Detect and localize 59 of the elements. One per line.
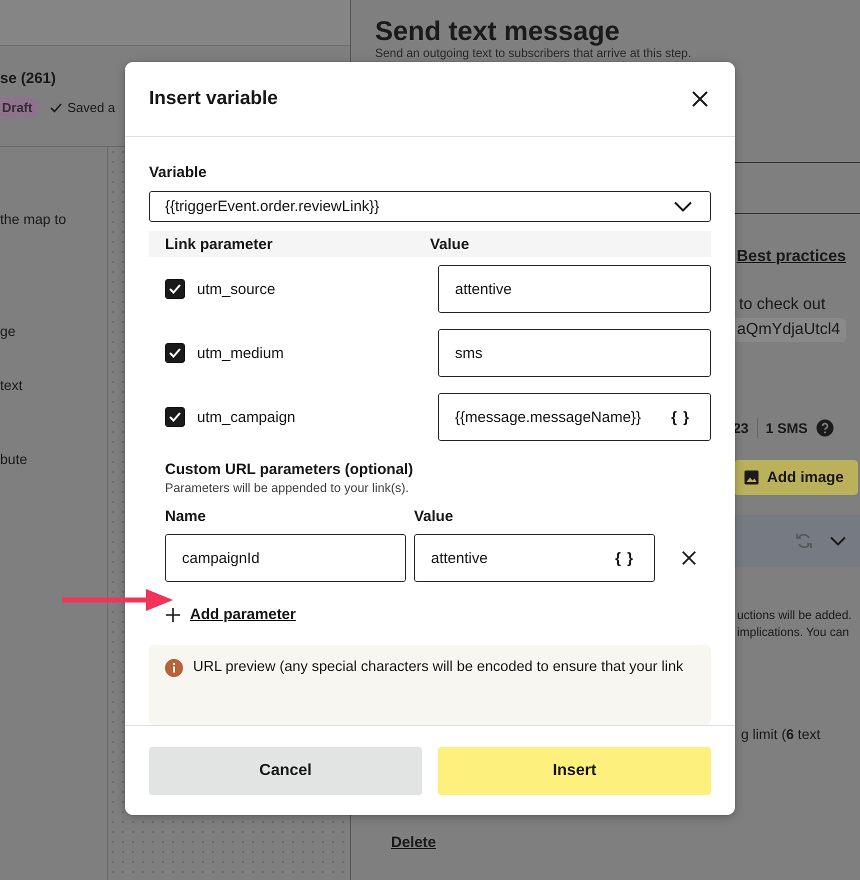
best-practices-link[interactable]: Best practices bbox=[736, 248, 846, 266]
add-image-button[interactable]: Add image bbox=[734, 460, 858, 495]
insert-button[interactable]: Insert bbox=[438, 747, 711, 795]
close-button[interactable] bbox=[691, 90, 709, 108]
close-icon bbox=[681, 550, 697, 566]
column-header: Value bbox=[430, 236, 470, 253]
parameter-name: utm_source bbox=[197, 280, 276, 298]
insert-variable-button[interactable]: { } bbox=[615, 550, 634, 566]
cancel-button[interactable]: Cancel bbox=[149, 747, 422, 795]
dialog-title: Insert variable bbox=[149, 88, 278, 110]
help-icon bbox=[816, 419, 834, 437]
close-icon bbox=[691, 90, 709, 108]
section-title: Custom URL parameters (optional) bbox=[165, 461, 414, 478]
sidebar-text: text bbox=[0, 377, 23, 393]
value-field[interactable]: attentive { } bbox=[414, 534, 655, 582]
saved-status: Saved a bbox=[67, 100, 116, 115]
sidebar-text: the map to bbox=[0, 211, 66, 227]
parameter-name: utm_medium bbox=[197, 344, 284, 362]
plus-icon bbox=[166, 608, 180, 622]
info-text: URL preview (any special characters will be encoded to ensure that your link bbox=[193, 659, 684, 675]
checkbox[interactable] bbox=[165, 407, 185, 427]
section-hint: Parameters will be appended to your link(s). bbox=[165, 481, 410, 495]
variable-dropdown[interactable]: {{triggerEvent.order.reviewLink}} bbox=[149, 191, 711, 222]
parameter-name: utm_campaign bbox=[197, 408, 296, 426]
check-icon bbox=[169, 284, 181, 294]
chevron-down-icon bbox=[674, 201, 692, 212]
refresh-icon bbox=[796, 532, 812, 550]
notice-text: implications. You can bbox=[737, 624, 850, 641]
checkbox[interactable] bbox=[165, 279, 185, 299]
message-text: to check out bbox=[739, 296, 826, 314]
journey-name: se (261) bbox=[0, 70, 57, 87]
limit-text: g limit (6 text bbox=[741, 726, 822, 742]
check-icon bbox=[169, 412, 181, 422]
sidebar-text: ge bbox=[0, 323, 16, 339]
checkbox[interactable] bbox=[165, 343, 185, 363]
image-icon bbox=[744, 470, 759, 485]
arrow-icon bbox=[62, 588, 174, 612]
field-label: Variable bbox=[149, 164, 208, 181]
value-field[interactable]: {{message.messageName}} { } bbox=[438, 393, 711, 441]
page-title: Send text message bbox=[375, 16, 621, 46]
chevron-down-icon bbox=[830, 536, 846, 546]
value-field[interactable]: sms bbox=[438, 329, 711, 377]
insert-variable-button[interactable]: { } bbox=[671, 408, 690, 426]
check-icon bbox=[50, 102, 62, 112]
name-field[interactable]: campaignId bbox=[165, 534, 406, 582]
column-header: Value bbox=[414, 508, 454, 525]
column-header: Link parameter bbox=[165, 236, 274, 253]
sidebar-text: bute bbox=[0, 451, 28, 467]
add-parameter-button[interactable]: Add parameter bbox=[166, 606, 296, 623]
info-icon bbox=[165, 659, 183, 677]
page-subtitle: Send an outgoing text to subscribers that arrive at this step. bbox=[375, 46, 692, 60]
sms-count: 1 SMS bbox=[766, 420, 808, 436]
check-icon bbox=[169, 348, 181, 358]
value-field[interactable]: attentive bbox=[438, 265, 711, 313]
notice-text: uctions will be added. bbox=[737, 607, 853, 624]
delete-link[interactable]: Delete bbox=[391, 834, 436, 851]
remove-button[interactable] bbox=[681, 550, 697, 566]
status-badge: Draft bbox=[0, 97, 40, 118]
column-header: Name bbox=[165, 508, 207, 525]
